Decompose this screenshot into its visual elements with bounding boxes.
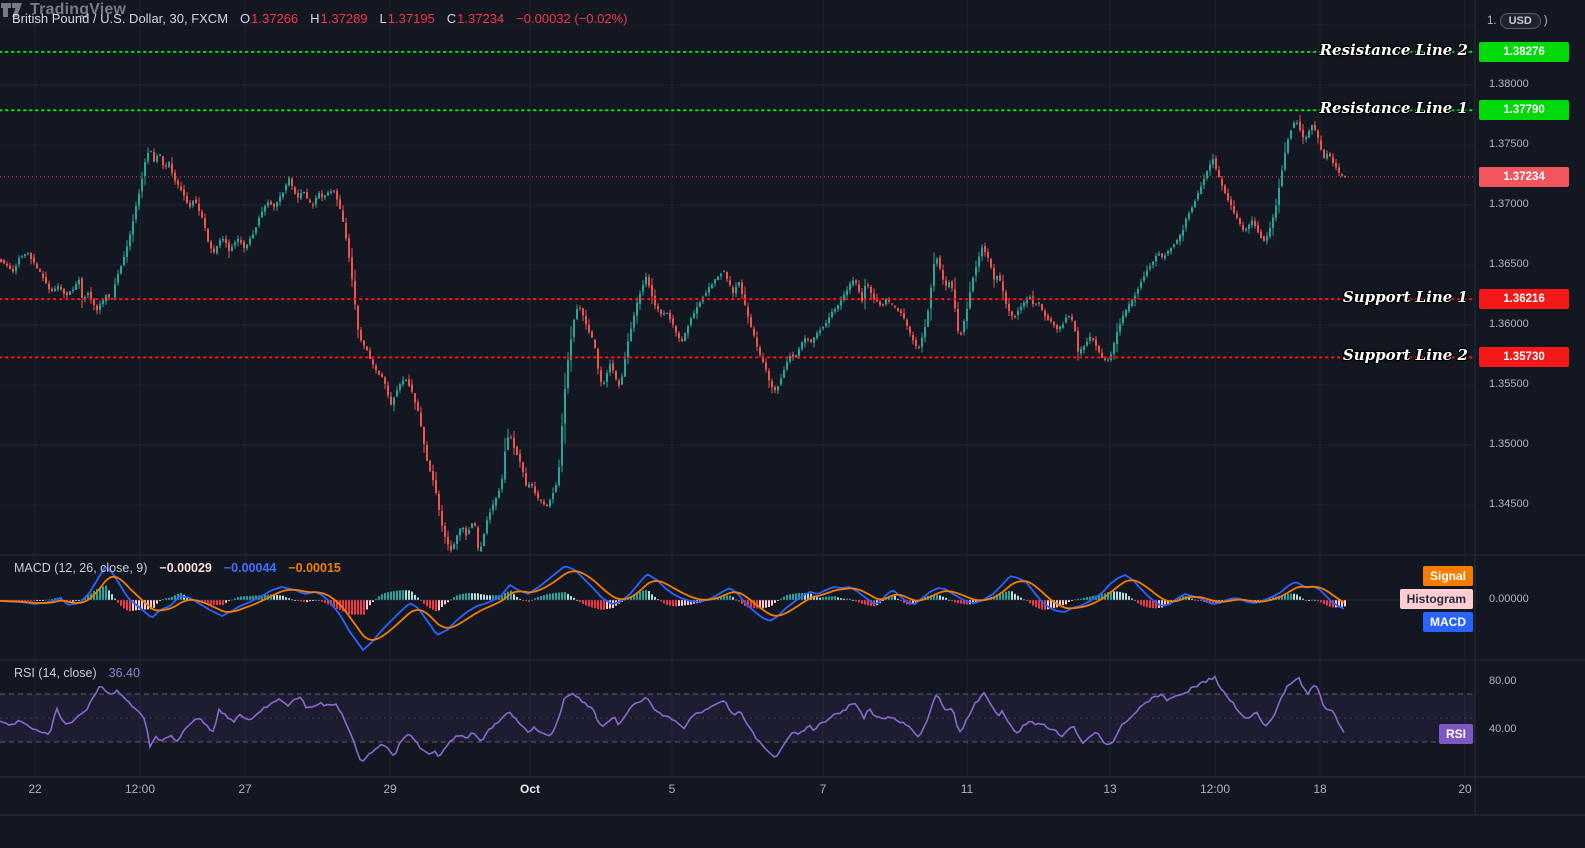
close-value: C 1.37234 bbox=[446, 11, 505, 26]
time-axis-tick[interactable]: 12:00 bbox=[1191, 782, 1239, 796]
price-axis-tick[interactable]: 1.35500 bbox=[1489, 378, 1529, 390]
rsi-band bbox=[0, 694, 1475, 742]
price-axis-tick[interactable]: 1.36500 bbox=[1489, 258, 1529, 270]
rsi-indicator-header: RSI (14, close) 36.40 bbox=[14, 666, 140, 680]
change-value: −0.00032 (−0.02%) bbox=[516, 11, 628, 26]
resistance-line-2-label[interactable]: Resistance Line 2 bbox=[1320, 41, 1468, 59]
horizontal-gridlines bbox=[0, 24, 1475, 506]
time-axis-tick[interactable]: 5 bbox=[648, 782, 696, 796]
macd-title[interactable]: MACD (12, 26, close, 9) bbox=[14, 561, 147, 575]
tradingview-chart-window: British Pound / U.S. Dollar, 30, FXCM O … bbox=[0, 0, 1585, 848]
high-value: H 1.37289 bbox=[310, 11, 368, 26]
support-line-1-price-label: 1.36216 bbox=[1479, 289, 1569, 310]
candlestick-series[interactable] bbox=[0, 114, 1346, 553]
axis-partial-suffix: ) bbox=[1543, 15, 1548, 27]
price-axis-tick[interactable]: 1.38000 bbox=[1489, 78, 1529, 90]
price-axis-tick[interactable]: 1.35000 bbox=[1489, 438, 1529, 450]
currency-button[interactable]: USD bbox=[1499, 13, 1541, 29]
price-axis-tick[interactable]: 1.36000 bbox=[1489, 318, 1529, 330]
macd-badge[interactable]: MACD bbox=[1423, 612, 1473, 632]
open-value: O 1.37266 bbox=[240, 11, 299, 26]
axis-partial-tick: 1. bbox=[1487, 15, 1497, 27]
macd-line-value: −0.00044 bbox=[223, 561, 277, 575]
time-axis-tick[interactable]: 11 bbox=[943, 782, 991, 796]
time-axis-tick[interactable]: 12:00 bbox=[116, 782, 164, 796]
signal-badge[interactable]: Signal bbox=[1422, 566, 1473, 586]
time-axis-tick[interactable]: 13 bbox=[1086, 782, 1134, 796]
last-price-label: 1.37234 bbox=[1479, 166, 1569, 187]
histogram-badge[interactable]: Histogram bbox=[1399, 589, 1473, 609]
resistance-line-1-price-label: 1.37790 bbox=[1479, 100, 1569, 121]
price-axis-tick[interactable]: 1.34500 bbox=[1489, 498, 1529, 510]
support-line-2-price-label: 1.35730 bbox=[1479, 347, 1569, 368]
time-axis-tick[interactable]: 22 bbox=[11, 782, 59, 796]
price-axis-tick[interactable]: 1.37000 bbox=[1489, 198, 1529, 210]
rsi-title[interactable]: RSI (14, close) bbox=[14, 666, 97, 680]
pane-separators[interactable] bbox=[0, 0, 1585, 816]
symbol-title[interactable]: British Pound / U.S. Dollar, 30, FXCM bbox=[12, 11, 228, 26]
rsi-axis-label-80: 80.00 bbox=[1489, 675, 1517, 687]
symbol-header: British Pound / U.S. Dollar, 30, FXCM O … bbox=[12, 11, 627, 26]
currency-unit-control: 1. USD ) bbox=[1487, 13, 1548, 29]
time-axis-tick[interactable]: 27 bbox=[221, 782, 269, 796]
time-axis-tick[interactable]: 18 bbox=[1296, 782, 1344, 796]
resistance-line-2-price-label: 1.38276 bbox=[1479, 41, 1569, 62]
macd-signal-value: −0.00015 bbox=[288, 561, 341, 575]
low-value: L 1.37195 bbox=[379, 11, 435, 26]
macd-zero-axis-label: 0.00000 bbox=[1489, 593, 1529, 605]
price-axis-tick[interactable]: 1.37500 bbox=[1489, 138, 1529, 150]
support-line-2-label[interactable]: Support Line 2 bbox=[1343, 346, 1468, 364]
resistance-line-1-label[interactable]: Resistance Line 1 bbox=[1320, 99, 1468, 117]
chart-canvas[interactable] bbox=[0, 0, 1585, 848]
time-axis-tick[interactable]: 29 bbox=[366, 782, 414, 796]
rsi-value: 36.40 bbox=[108, 666, 140, 680]
macd-indicator-header: MACD (12, 26, close, 9) −0.00029 −0.0004… bbox=[14, 561, 341, 575]
rsi-badge[interactable]: RSI bbox=[1438, 724, 1473, 744]
macd-histogram-value: −0.00029 bbox=[159, 561, 212, 575]
time-axis-tick[interactable]: 20 bbox=[1441, 782, 1489, 796]
rsi-axis-label-40: 40.00 bbox=[1489, 723, 1517, 735]
time-axis-tick[interactable]: 7 bbox=[799, 782, 847, 796]
time-axis-tick[interactable]: Oct bbox=[506, 782, 554, 796]
support-line-1-label[interactable]: Support Line 1 bbox=[1343, 288, 1468, 306]
